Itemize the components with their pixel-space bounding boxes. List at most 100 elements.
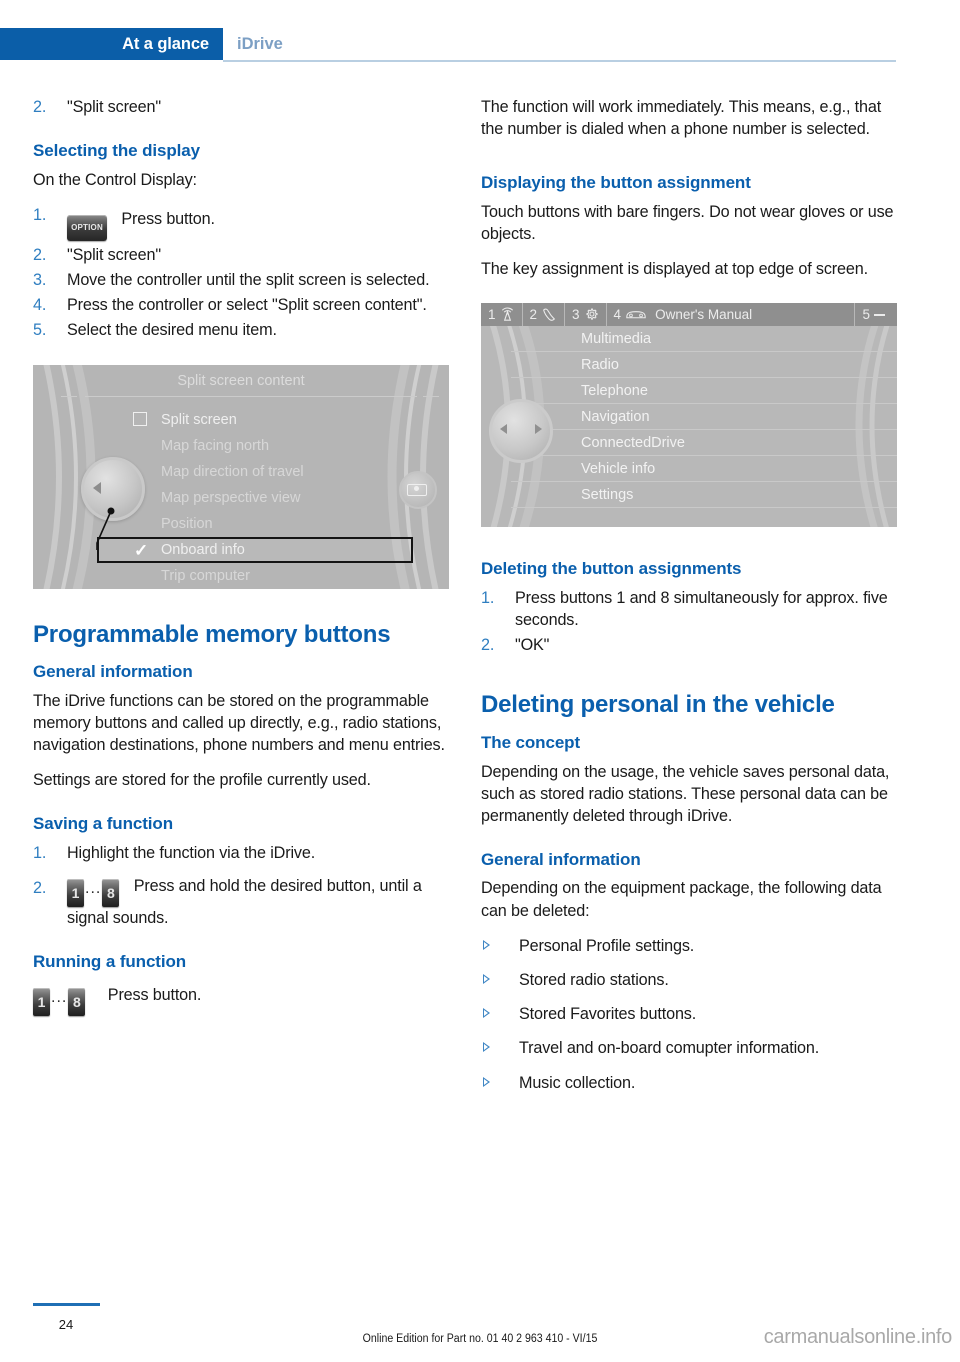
- heading-running-a-function: Running a function: [33, 952, 187, 972]
- step-text: Move the controller until the split scre…: [67, 270, 430, 289]
- paragraph-key-assignment: The key assignment is displayed at top e…: [481, 260, 868, 279]
- triangle-bullet-inner-icon: [484, 1044, 488, 1051]
- list-item: Personal Profile settings.: [481, 935, 899, 957]
- list-item[interactable]: Map facing north: [129, 433, 429, 459]
- step-number: 2.: [33, 98, 47, 116]
- list-item: 2. "Split screen": [33, 244, 451, 266]
- bullet-text: Personal Profile settings.: [519, 936, 695, 955]
- triangle-bullet-inner-icon: [484, 976, 488, 983]
- paragraph-general-information-2: Settings are stored for the profile curr…: [33, 771, 371, 790]
- right-arrow-icon: [535, 424, 542, 435]
- list-item[interactable]: Navigation: [511, 404, 897, 431]
- left-column: 2. "Split screen" Selecting the display …: [33, 96, 451, 1016]
- toolbar-number: 2: [529, 307, 538, 323]
- toolbar-label-owners-manual: Owner's Manual: [655, 307, 753, 323]
- step-list-deleting-assignments: 1. Press buttons 1 and 8 simultaneously …: [481, 587, 899, 657]
- list-item-label: Trip computer: [161, 567, 250, 584]
- memory-button-8-icon: 8: [68, 987, 86, 1016]
- step-text: "Split screen": [67, 245, 161, 264]
- list-item: Travel and on-board comupter information…: [481, 1037, 899, 1059]
- bullet-text: Music collection.: [519, 1073, 636, 1092]
- step-number: 5.: [33, 321, 47, 340]
- list-item: 2. "OK": [481, 634, 899, 656]
- list-item[interactable]: Multimedia: [511, 326, 897, 353]
- phone-handset-icon: [543, 308, 556, 322]
- list-item[interactable]: Position: [129, 511, 429, 537]
- toolbar-button-2[interactable]: 2: [523, 303, 566, 327]
- step-number: 1.: [481, 588, 495, 607]
- list-item-label: Map facing north: [161, 437, 270, 454]
- heading-general-information-2: General information: [481, 850, 641, 870]
- paragraph-general-information-1: The iDrive functions can be stored on th…: [33, 691, 445, 755]
- ellipsis: ...: [51, 988, 68, 1006]
- bullet-text: Stored Favorites buttons.: [519, 1005, 697, 1024]
- right-column: The function will work immediately. This…: [481, 96, 899, 1106]
- footer-divider: [33, 1303, 100, 1306]
- list-item[interactable]: Telephone: [511, 378, 897, 405]
- list-item-label: Split screen: [161, 411, 237, 428]
- memory-button-1-icon: 1: [33, 987, 50, 1016]
- idrive-controller-knob[interactable]: [489, 399, 553, 464]
- step-text: "OK": [515, 636, 550, 655]
- heading-programmable-memory-buttons: Programmable memory buttons: [33, 620, 391, 648]
- heading-displaying-button-assignment: Displaying the button assignment: [481, 173, 751, 193]
- left-arrow-icon: [93, 481, 101, 494]
- heading-general-information: General information: [33, 662, 193, 682]
- ellipsis: ...: [85, 880, 102, 898]
- figure-divider: [85, 395, 417, 397]
- step-text: Select the desired menu item.: [67, 321, 277, 340]
- list-item[interactable]: Map perspective view: [129, 485, 429, 511]
- step-text: Highlight the function via the iDrive.: [67, 843, 316, 862]
- list-item: 5. Select the desired menu item.: [33, 319, 451, 341]
- toolbar-button-3[interactable]: 3: [565, 303, 607, 327]
- step-text: Press and hold the desired button, until…: [67, 877, 422, 928]
- toolbar-number: 5: [862, 307, 870, 323]
- list-item[interactable]: Settings: [511, 482, 897, 509]
- antenna-icon: [501, 307, 513, 322]
- page-number: 24: [58, 1317, 74, 1332]
- step-number: 3.: [33, 270, 47, 289]
- list-item: Music collection.: [481, 1072, 899, 1094]
- step-number: 4.: [33, 296, 47, 315]
- tab-at-a-glance[interactable]: At a glance: [0, 28, 223, 60]
- triangle-bullet-inner-icon: [484, 941, 488, 948]
- list-item[interactable]: ConnectedDrive: [511, 430, 897, 457]
- paragraph-general-information-right: Depending on the equipment package, the …: [481, 879, 882, 920]
- step-number: 2.: [33, 879, 47, 898]
- memory-button-range-icon: 1... 8: [33, 987, 86, 1016]
- list-item[interactable]: Map direction of travel: [129, 459, 429, 485]
- figure-split-screen-content: Split screen content Split screen Map fa…: [33, 364, 449, 589]
- list-item: 1. OPTION Press button.: [33, 204, 451, 241]
- list-item-label: Position: [161, 515, 213, 532]
- dash-icon: [874, 314, 885, 316]
- list-item: 1. Press buttons 1 and 8 simultaneously …: [481, 587, 899, 631]
- step-text: Press button.: [121, 209, 215, 228]
- idrive-toolbar: 1 2 3 4 Owner's Manual 5: [481, 303, 897, 327]
- step-list-top: 2. "Split screen": [33, 96, 451, 118]
- toolbar-button-5[interactable]: 5: [854, 303, 897, 327]
- list-item: 1. Highlight the function via the iDrive…: [33, 842, 451, 864]
- list-item[interactable]: Vehicle info: [511, 456, 897, 483]
- step-number: 1.: [33, 205, 47, 224]
- running-function-text: Press button.: [107, 985, 202, 1004]
- toolbar-button-1[interactable]: 1: [481, 303, 523, 327]
- tab-idrive[interactable]: iDrive: [237, 28, 283, 60]
- list-item: 4. Press the controller or select "Split…: [33, 294, 451, 316]
- list-item: Stored Favorites buttons.: [481, 1003, 899, 1025]
- step-list-saving-function: 1. Highlight the function via the iDrive…: [33, 842, 451, 929]
- watermark: carmanualsonline.info: [763, 1326, 953, 1348]
- running-function-row: 1... 8 Press button.: [33, 980, 451, 1016]
- memory-button-8-icon: 8: [102, 879, 120, 908]
- toolbar-button-4[interactable]: 4 Owner's Manual: [607, 303, 855, 326]
- heading-selecting-the-display: Selecting the display: [33, 141, 201, 161]
- left-arrow-icon: [500, 424, 507, 435]
- figure-divider-tick-right: [423, 395, 439, 397]
- list-item[interactable]: Split screen: [129, 407, 429, 433]
- figure-idrive-main-menu: 1 2 3 4 Owner's Manual 5 Multimedia Radi…: [481, 303, 897, 528]
- heading-deleting-personal-in-the-vehicle: Deleting personal in the vehicle: [481, 691, 835, 719]
- paragraph-on-control-display: On the Control Display:: [33, 170, 197, 189]
- list-item[interactable]: Trip computer: [129, 563, 429, 589]
- step-text: Press the controller or select "Split sc…: [67, 296, 427, 315]
- step-text: "Split screen": [67, 98, 161, 116]
- list-item[interactable]: Radio: [511, 352, 897, 379]
